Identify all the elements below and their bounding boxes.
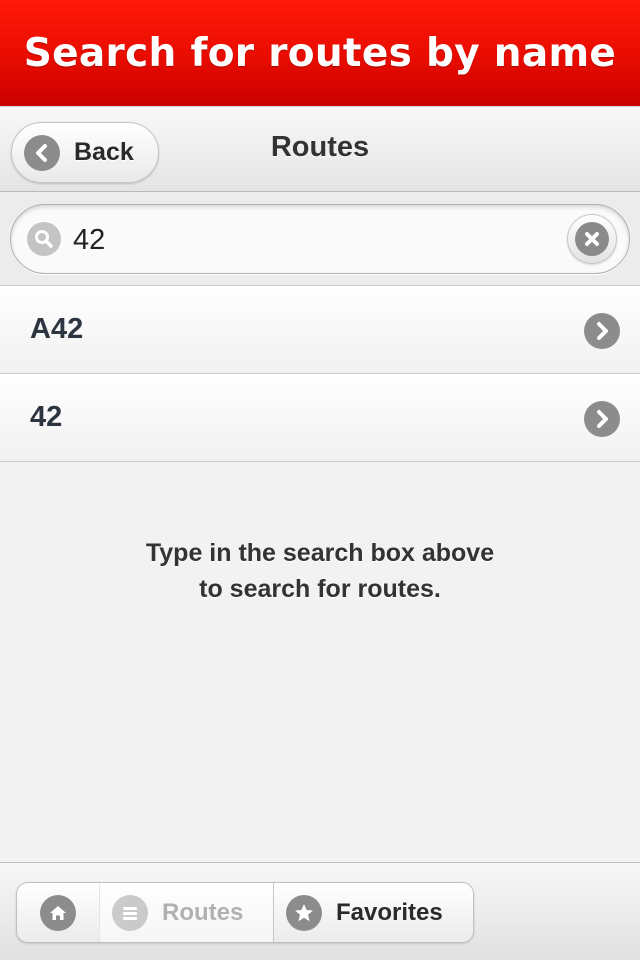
route-name: 42 — [30, 401, 63, 433]
route-name: A42 — [30, 313, 84, 345]
search-hint: Type in the search box above to search f… — [0, 535, 640, 607]
chevron-right-icon — [584, 401, 620, 437]
bottom-nav: Routes Favorites — [16, 882, 474, 943]
search-input[interactable] — [73, 215, 553, 265]
nav-favorites[interactable]: Favorites — [273, 883, 473, 942]
close-icon — [575, 222, 609, 256]
hint-line-2: to search for routes. — [199, 575, 441, 603]
clear-search-button[interactable] — [567, 214, 617, 264]
page-title: Routes — [270, 131, 370, 163]
search-bar — [0, 192, 640, 286]
nav-home[interactable] — [17, 883, 99, 942]
footer-bar: Routes Favorites — [0, 862, 640, 960]
list-item[interactable]: 42 — [0, 374, 640, 462]
list-item[interactable]: A42 — [0, 286, 640, 374]
nav-favorites-label: Favorites — [336, 898, 443, 926]
search-icon — [27, 222, 61, 256]
banner-title: Search for routes by name — [23, 30, 617, 76]
star-icon — [286, 894, 322, 931]
nav-routes-label: Routes — [162, 898, 244, 926]
chevron-right-icon — [584, 313, 620, 349]
route-results-list: A42 42 — [0, 286, 640, 462]
search-box — [10, 204, 630, 274]
header-bar: Back Routes — [0, 106, 640, 192]
nav-routes[interactable]: Routes — [99, 883, 273, 942]
home-icon — [40, 894, 76, 931]
hint-line-1: Type in the search box above — [145, 539, 495, 567]
app-banner: Search for routes by name — [0, 0, 640, 106]
list-icon — [112, 894, 148, 931]
